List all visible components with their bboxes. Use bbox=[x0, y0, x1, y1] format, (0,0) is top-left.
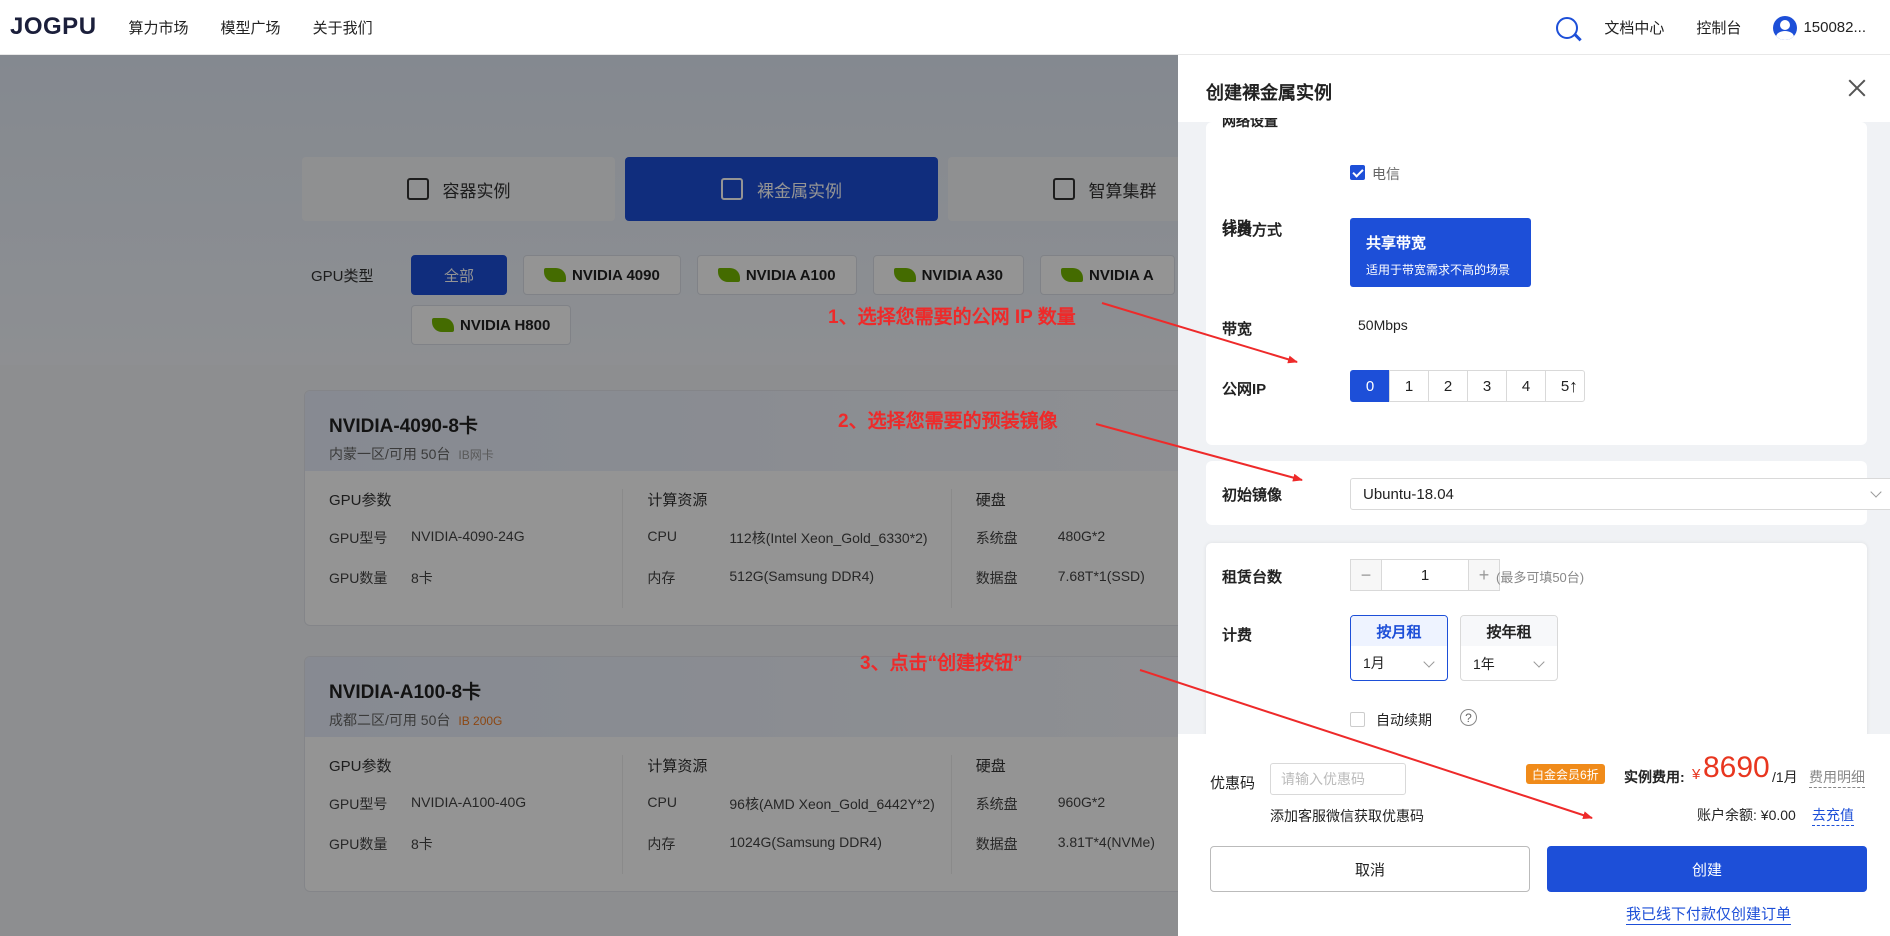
annotation-step-1: 1、选择您需要的公网 IP 数量 bbox=[828, 307, 1076, 328]
nav-about-us[interactable]: 关于我们 bbox=[313, 17, 373, 38]
logo-text: JOGPU bbox=[10, 13, 97, 40]
arrow-up-icon[interactable]: ↑ bbox=[1569, 376, 1578, 397]
auto-renew-label: 自动续期 bbox=[1376, 712, 1432, 728]
band-desc: 适用于带宽需求不高的场景 bbox=[1366, 263, 1511, 277]
logo[interactable]: JOGPU bbox=[10, 13, 97, 41]
band-title: 共享带宽 bbox=[1366, 235, 1427, 252]
ip-option-0[interactable]: 0 bbox=[1350, 370, 1390, 402]
ip-option-4[interactable]: 4 bbox=[1506, 370, 1546, 402]
rent-hint: (最多可填50台) bbox=[1496, 570, 1585, 585]
rent-count-stepper: − 1 + bbox=[1350, 559, 1500, 591]
cancel-button[interactable]: 取消 bbox=[1210, 846, 1530, 892]
search-icon[interactable] bbox=[1556, 16, 1579, 39]
annotation-step-2: 2、选择您需要的预装镜像 bbox=[838, 411, 1058, 432]
nav-docs[interactable]: 文档中心 bbox=[1604, 17, 1664, 38]
telecom-label: 电信 bbox=[1372, 166, 1400, 182]
yearly-duration-value: 1年 bbox=[1473, 656, 1495, 672]
monthly-billing-option[interactable]: 按月租 1月 bbox=[1350, 615, 1448, 681]
coupon-placeholder: 请输入优惠码 bbox=[1281, 771, 1365, 787]
nav-console[interactable]: 控制台 bbox=[1696, 17, 1741, 38]
username[interactable]: 150082... bbox=[1803, 19, 1866, 36]
section-title-cut: 网络设置 bbox=[1222, 118, 1278, 129]
fee-unit: /1月 bbox=[1772, 769, 1798, 785]
rent-count-input[interactable]: 1 bbox=[1382, 559, 1468, 591]
ip-option-1[interactable]: 1 bbox=[1389, 370, 1429, 402]
coupon-input[interactable]: 请输入优惠码 bbox=[1270, 763, 1406, 795]
drawer-header: 创建裸金属实例 bbox=[1178, 55, 1890, 122]
recharge-link[interactable]: 去充值 bbox=[1812, 805, 1854, 826]
monthly-duration-value: 1月 bbox=[1363, 655, 1385, 671]
avatar[interactable] bbox=[1773, 15, 1798, 40]
nav-model-square[interactable]: 模型广场 bbox=[221, 17, 281, 38]
currency-symbol: ¥ bbox=[1692, 766, 1701, 783]
billing-method-label: 计费方式 bbox=[1222, 222, 1283, 239]
minus-button[interactable]: − bbox=[1350, 559, 1382, 591]
offline-payment-link[interactable]: 我已线下付款仅创建订单 bbox=[1626, 903, 1792, 925]
yearly-label: 按年租 bbox=[1461, 616, 1557, 646]
coupon-label: 优惠码 bbox=[1210, 775, 1256, 792]
bandwidth-value: 50Mbps bbox=[1358, 317, 1408, 333]
network-settings-section: 网络设置 线路 电信 计费方式 共享带宽 适用于带宽需求不高的场景 带宽 50M… bbox=[1206, 118, 1867, 445]
ip-option-5[interactable]: 5 bbox=[1545, 370, 1585, 402]
nav-compute-market[interactable]: 算力市场 bbox=[129, 17, 189, 38]
annotation-step-3: 3、点击“创建按钮” bbox=[860, 653, 1023, 674]
ip-option-3[interactable]: 3 bbox=[1467, 370, 1507, 402]
create-instance-drawer: 创建裸金属实例 网络设置 线路 电信 计费方式 共享带宽 适用于带宽需求不高的场… bbox=[1178, 55, 1890, 936]
chevron-down-icon bbox=[1423, 656, 1435, 668]
yearly-billing-option[interactable]: 按年租 1年 bbox=[1460, 615, 1558, 681]
auto-renew-checkbox[interactable] bbox=[1350, 712, 1365, 727]
bandwidth-label: 带宽 bbox=[1222, 321, 1253, 338]
fee-value: 8690 bbox=[1703, 751, 1770, 784]
fee-detail-link[interactable]: 费用明细 bbox=[1809, 767, 1865, 788]
image-select[interactable]: Ubuntu-18.04 bbox=[1350, 478, 1890, 510]
public-ip-selector: 0 1 2 3 4 5 bbox=[1350, 370, 1585, 402]
charge-label: 计费 bbox=[1222, 627, 1253, 644]
top-navigation: JOGPU 算力市场 模型广场 关于我们 文档中心 控制台 150082... bbox=[0, 0, 1890, 55]
nav-right: 文档中心 控制台 150082... bbox=[1556, 0, 1866, 55]
image-section: 初始镜像 Ubuntu-18.04 bbox=[1206, 461, 1890, 525]
public-ip-label: 公网IP bbox=[1222, 381, 1267, 398]
ip-option-2[interactable]: 2 bbox=[1428, 370, 1468, 402]
image-label: 初始镜像 bbox=[1222, 487, 1283, 504]
rent-count-label: 租赁台数 bbox=[1222, 569, 1283, 586]
drawer-footer: 优惠码 请输入优惠码 添加客服微信获取优惠码 白金会员6折 实例费用: ¥ 86… bbox=[1178, 734, 1890, 936]
monthly-duration-select[interactable]: 1月 bbox=[1351, 646, 1447, 680]
account-balance: 账户余额: ¥0.00 bbox=[1697, 807, 1796, 823]
fee-label: 实例费用: bbox=[1624, 769, 1685, 785]
chevron-down-icon bbox=[1870, 486, 1882, 498]
help-icon[interactable]: ? bbox=[1460, 709, 1477, 726]
drawer-title: 创建裸金属实例 bbox=[1206, 83, 1332, 103]
create-button[interactable]: 创建 bbox=[1547, 846, 1867, 892]
telecom-checkbox[interactable] bbox=[1350, 165, 1365, 180]
vip-badge: 白金会员6折 bbox=[1526, 764, 1605, 784]
monthly-label: 按月租 bbox=[1351, 616, 1447, 646]
coupon-tip: 添加客服微信获取优惠码 bbox=[1270, 808, 1424, 824]
shared-bandwidth-option[interactable]: 共享带宽 适用于带宽需求不高的场景 bbox=[1350, 218, 1531, 287]
close-icon[interactable] bbox=[1848, 79, 1866, 97]
chevron-down-icon bbox=[1533, 656, 1545, 668]
yearly-duration-select[interactable]: 1年 bbox=[1461, 646, 1557, 680]
image-select-value: Ubuntu-18.04 bbox=[1363, 485, 1454, 503]
